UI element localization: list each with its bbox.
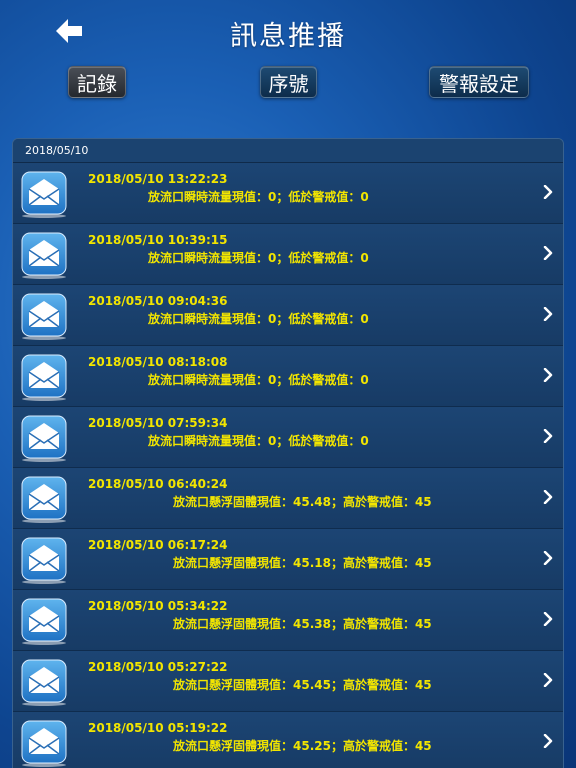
message-text: 放流口懸浮固體現值：45.48；高於警戒值：45 bbox=[173, 495, 432, 509]
sequence-button[interactable]: 序號 bbox=[260, 66, 317, 98]
message-row[interactable]: 2018/05/10 06:17:24 放流口懸浮固體現值：45.18；高於警戒… bbox=[13, 529, 563, 590]
alarm-settings-button[interactable]: 警報設定 bbox=[429, 66, 529, 98]
envelope-icon bbox=[21, 171, 67, 218]
chevron-right-icon bbox=[543, 246, 553, 260]
message-time: 2018/05/10 05:19:22 bbox=[88, 721, 228, 735]
chevron-right-icon bbox=[543, 673, 553, 687]
message-text: 放流口瞬時流量現值：0；低於警戒值：0 bbox=[148, 373, 369, 387]
message-time: 2018/05/10 05:27:22 bbox=[88, 660, 228, 674]
chevron-right-icon bbox=[543, 368, 553, 382]
chevron-right-icon bbox=[543, 185, 553, 199]
message-row[interactable]: 2018/05/10 05:19:22 放流口懸浮固體現值：45.25；高於警戒… bbox=[13, 712, 563, 768]
message-text: 放流口瞬時流量現值：0；低於警戒值：0 bbox=[148, 190, 369, 204]
envelope-icon bbox=[21, 354, 67, 401]
envelope-icon bbox=[21, 659, 67, 706]
envelope-icon bbox=[21, 598, 67, 645]
chevron-right-icon bbox=[543, 612, 553, 626]
chevron-right-icon bbox=[543, 429, 553, 443]
message-text: 放流口懸浮固體現值：45.25；高於警戒值：45 bbox=[173, 739, 432, 753]
message-time: 2018/05/10 06:17:24 bbox=[88, 538, 228, 552]
message-row[interactable]: 2018/05/10 05:34:22 放流口懸浮固體現值：45.38；高於警戒… bbox=[13, 590, 563, 651]
message-row[interactable]: 2018/05/10 08:18:08 放流口瞬時流量現值：0；低於警戒值：0 bbox=[13, 346, 563, 407]
message-time: 2018/05/10 07:59:34 bbox=[88, 416, 228, 430]
message-time: 2018/05/10 09:04:36 bbox=[88, 294, 228, 308]
message-row[interactable]: 2018/05/10 09:04:36 放流口瞬時流量現值：0；低於警戒值：0 bbox=[13, 285, 563, 346]
chevron-right-icon bbox=[543, 307, 553, 321]
message-row[interactable]: 2018/05/10 06:40:24 放流口懸浮固體現值：45.48；高於警戒… bbox=[13, 468, 563, 529]
message-time: 2018/05/10 05:34:22 bbox=[88, 599, 228, 613]
envelope-icon bbox=[21, 476, 67, 523]
envelope-icon bbox=[21, 537, 67, 584]
message-row[interactable]: 2018/05/10 07:59:34 放流口瞬時流量現值：0；低於警戒值：0 bbox=[13, 407, 563, 468]
chevron-right-icon bbox=[543, 551, 553, 565]
envelope-icon bbox=[21, 293, 67, 340]
date-section-header: 2018/05/10 bbox=[13, 139, 563, 163]
message-text: 放流口瞬時流量現值：0；低於警戒值：0 bbox=[148, 312, 369, 326]
nav-bar: 訊息推播 bbox=[0, 0, 576, 64]
message-text: 放流口懸浮固體現值：45.18；高於警戒值：45 bbox=[173, 556, 432, 570]
envelope-icon bbox=[21, 720, 67, 767]
message-time: 2018/05/10 06:40:24 bbox=[88, 477, 228, 491]
page-title: 訊息推播 bbox=[230, 21, 346, 52]
envelope-icon bbox=[21, 232, 67, 279]
message-text: 放流口瞬時流量現值：0；低於警戒值：0 bbox=[148, 434, 369, 448]
chevron-right-icon bbox=[543, 734, 553, 748]
message-row[interactable]: 2018/05/10 10:39:15 放流口瞬時流量現值：0；低於警戒值：0 bbox=[13, 224, 563, 285]
records-button[interactable]: 記錄 bbox=[68, 66, 126, 98]
message-text: 放流口瞬時流量現值：0；低於警戒值：0 bbox=[148, 251, 369, 265]
message-time: 2018/05/10 08:18:08 bbox=[88, 355, 228, 369]
message-list: 2018/05/10 2018/05/10 13:22:23 放流口瞬時流量現值… bbox=[12, 138, 564, 768]
envelope-icon bbox=[21, 415, 67, 462]
chevron-right-icon bbox=[543, 490, 553, 504]
message-time: 2018/05/10 13:22:23 bbox=[88, 172, 228, 186]
message-row[interactable]: 2018/05/10 13:22:23 放流口瞬時流量現值：0；低於警戒值：0 bbox=[13, 163, 563, 224]
message-time: 2018/05/10 10:39:15 bbox=[88, 233, 228, 247]
message-text: 放流口懸浮固體現值：45.38；高於警戒值：45 bbox=[173, 617, 432, 631]
message-text: 放流口懸浮固體現值：45.45；高於警戒值：45 bbox=[173, 678, 432, 692]
message-row[interactable]: 2018/05/10 05:27:22 放流口懸浮固體現值：45.45；高於警戒… bbox=[13, 651, 563, 712]
